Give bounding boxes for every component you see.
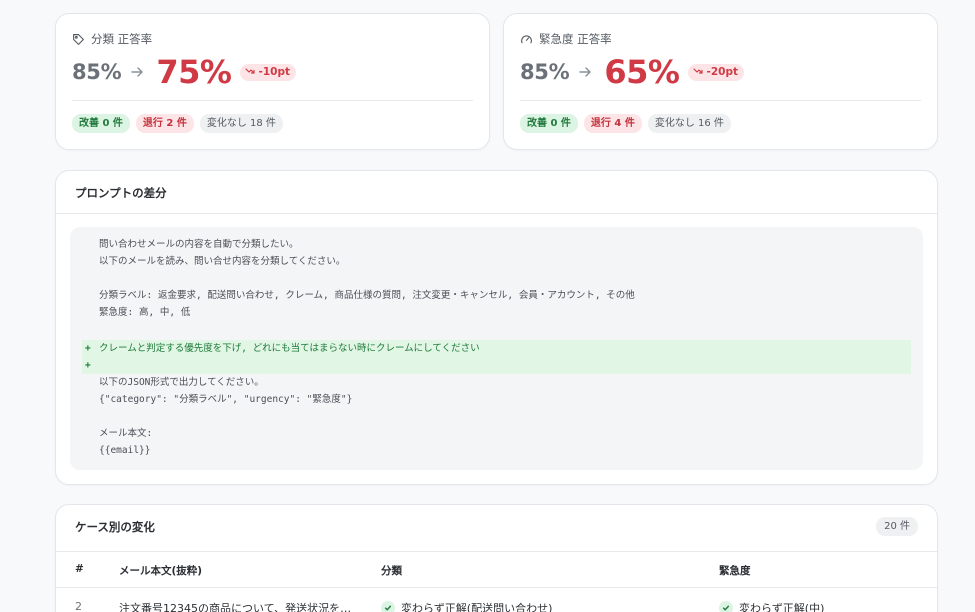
urgency-accuracy-values: 85% 65% -20pt: [520, 56, 744, 88]
row-num: 2: [75, 600, 82, 612]
diff-line: 以下のJSON形式で出力してください。: [82, 374, 911, 391]
category-accuracy-card: 分類 正答率 85% 75% -10pt 改善 0 件 退行 2 件 変化なし …: [55, 13, 490, 150]
trending-down-icon: [245, 66, 256, 78]
check-icon: [719, 601, 733, 612]
arrow-right-icon: [579, 66, 592, 78]
urgency-before-value: 85%: [520, 60, 570, 84]
diff-line: [82, 270, 911, 287]
row-category-result: 変わらず正解(配送問い合わせ): [381, 600, 552, 612]
divider: [72, 100, 473, 101]
prompt-diff-title: プロンプトの差分: [75, 186, 167, 200]
category-change-chips: 改善 0 件 退行 2 件 変化なし 18 件: [72, 114, 283, 133]
row-urgency-result: 変わらず正解(中): [719, 600, 824, 612]
category-before-value: 85%: [72, 60, 122, 84]
diff-line: {"category": "分類ラベル", "urgency": "緊急度"}: [82, 391, 911, 408]
case-count-badge: 20 件: [876, 517, 918, 536]
diff-line-added: + クレームと判定する優先度を下げ, どれにも当てはまらない時にクレームにしてくだ…: [82, 340, 911, 357]
diff-line-added: +: [82, 357, 911, 374]
category-delta-text: -10pt: [258, 66, 290, 78]
diff-line: 分類ラベル: 返金要求, 配送問い合わせ, クレーム, 商品仕様の質問, 注文変…: [82, 287, 911, 304]
diff-line-text: 緊急度: 高, 中, 低: [99, 307, 191, 318]
category-after-value: 75%: [156, 53, 232, 91]
category-accuracy-header: 分類 正答率: [72, 31, 152, 47]
divider: [56, 587, 937, 588]
diff-line-text: メール本文:: [99, 428, 153, 439]
column-header-urgency: 緊急度: [719, 565, 751, 577]
row-email-excerpt[interactable]: 注文番号12345の商品について、発送状況を…: [119, 600, 351, 612]
regressed-chip[interactable]: 退行 2 件: [135, 114, 194, 133]
diff-line: 以下のメールを読み、問い合せ内容を分類してください。: [82, 253, 911, 270]
urgency-delta-text: -20pt: [706, 66, 738, 78]
plus-sign: +: [85, 343, 91, 354]
check-icon: [381, 601, 395, 612]
case-changes-card: ケース別の変化 20 件 # メール本文(抜粋) 分類 緊急度 2 注文番号12…: [55, 504, 938, 612]
improved-chip[interactable]: 改善 0 件: [72, 114, 130, 133]
diff-line-text: 問い合わせメールの内容を自動で分類したい。: [99, 239, 299, 250]
diff-line: {{email}}: [82, 442, 911, 459]
category-result-text: 変わらず正解(配送問い合わせ): [401, 602, 553, 612]
plus-sign: +: [85, 360, 91, 371]
urgency-delta-badge: -20pt: [688, 63, 744, 81]
category-delta-badge: -10pt: [240, 63, 296, 81]
unchanged-chip[interactable]: 変化なし 16 件: [647, 114, 731, 133]
gauge-icon: [520, 33, 533, 46]
category-accuracy-label: 分類 正答率: [91, 32, 153, 46]
trending-down-icon: [693, 66, 704, 78]
divider: [56, 213, 937, 214]
urgency-result-text: 変わらず正解(中): [739, 602, 825, 612]
divider: [56, 551, 937, 552]
column-header-category: 分類: [381, 565, 402, 577]
case-changes-title: ケース別の変化: [75, 520, 155, 534]
divider: [520, 100, 921, 101]
prompt-diff-card: プロンプトの差分 問い合わせメールの内容を自動で分類したい。 以下のメールを読み…: [55, 170, 938, 485]
diff-line: 緊急度: 高, 中, 低: [82, 304, 911, 321]
diff-line: 問い合わせメールの内容を自動で分類したい。: [82, 236, 911, 253]
diff-line-text: 分類ラベル: 返金要求, 配送問い合わせ, クレーム, 商品仕様の質問, 注文変…: [99, 290, 635, 301]
column-header-num: #: [75, 563, 84, 575]
improved-chip[interactable]: 改善 0 件: [520, 114, 578, 133]
diff-line: [82, 408, 911, 425]
tag-icon: [72, 33, 85, 46]
regressed-chip[interactable]: 退行 4 件: [583, 114, 642, 133]
diff-line: [82, 321, 911, 338]
column-header-body: メール本文(抜粋): [119, 565, 203, 577]
unchanged-chip[interactable]: 変化なし 18 件: [199, 114, 283, 133]
urgency-accuracy-label: 緊急度 正答率: [539, 32, 612, 46]
urgency-accuracy-header: 緊急度 正答率: [520, 31, 612, 47]
urgency-accuracy-card: 緊急度 正答率 85% 65% -20pt 改善 0 件 退行 4 件 変化なし…: [503, 13, 938, 150]
urgency-change-chips: 改善 0 件 退行 4 件 変化なし 16 件: [520, 114, 731, 133]
diff-line: メール本文:: [82, 425, 911, 442]
urgency-after-value: 65%: [604, 53, 680, 91]
prompt-diff-code: 問い合わせメールの内容を自動で分類したい。 以下のメールを読み、問い合せ内容を分…: [70, 227, 923, 470]
arrow-right-icon: [131, 66, 144, 78]
diff-line-text: 以下のメールを読み、問い合せ内容を分類してください。: [99, 256, 346, 267]
diff-line-text: 以下のJSON形式で出力してください。: [99, 377, 264, 388]
category-accuracy-values: 85% 75% -10pt: [72, 56, 296, 88]
diff-line-text: クレームと判定する優先度を下げ, どれにも当てはまらない時にクレームにしてくださ…: [99, 343, 480, 354]
diff-line-text: {{email}}: [99, 445, 151, 456]
diff-line-text: {"category": "分類ラベル", "urgency": "緊急度"}: [99, 394, 353, 405]
